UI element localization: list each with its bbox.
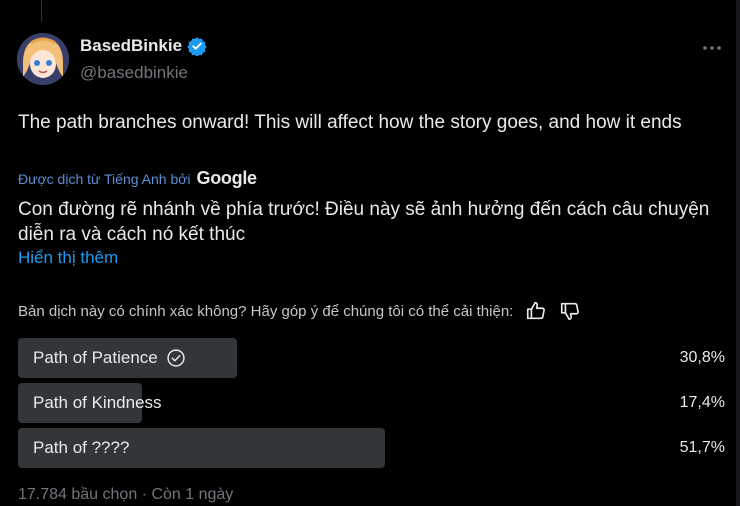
translation-attribution: Được dịch từ Tiếng Anh bởi Google (18, 168, 257, 189)
poll-option-label: Path of ???? (33, 438, 130, 457)
poll-option-label: Path of Patience (33, 348, 158, 367)
poll-option-label: Path of Kindness (33, 393, 162, 412)
verified-badge-icon (187, 36, 207, 57)
poll-option-percent: 51,7% (679, 439, 725, 456)
window-edge (736, 0, 740, 506)
poll-option-unknown[interactable]: Path of ???? 51,7% (18, 428, 728, 468)
poll-option-label-row: Path of ???? (33, 428, 129, 468)
thread-connector-line (41, 0, 42, 22)
show-more-link[interactable]: Hiển thị thêm (18, 248, 118, 268)
author-handle[interactable]: @basedbinkie (80, 63, 188, 83)
more-options-icon[interactable] (700, 36, 724, 60)
poll-option-percent: 30,8% (679, 349, 725, 366)
tweet-text: The path branches onward! This will affe… (18, 112, 682, 133)
poll-option-patience[interactable]: Path of Patience 30,8% (18, 338, 728, 378)
google-logo: Google (196, 168, 258, 188)
avatar[interactable] (17, 33, 69, 85)
poll-option-percent: 17,4% (679, 394, 725, 411)
translation-feedback: Bản dịch này có chính xác không? Hãy góp… (18, 300, 698, 322)
poll-option-label-row: Path of Kindness (33, 383, 162, 423)
translated-tweet-text: Con đường rẽ nhánh về phía trước! Điều n… (18, 199, 710, 245)
author-display-name[interactable]: BasedBinkie (80, 36, 182, 56)
thumbs-down-icon[interactable] (559, 300, 581, 322)
translation-feedback-prompt: Bản dịch này có chính xác không? Hãy góp… (18, 302, 514, 320)
author-display-name-row[interactable]: BasedBinkie (80, 36, 207, 57)
thumbs-up-icon[interactable] (525, 300, 547, 322)
check-circle-icon (166, 348, 186, 368)
poll-option-kindness[interactable]: Path of Kindness 17,4% (18, 383, 728, 423)
translation-attribution-label: Được dịch từ Tiếng Anh bởi (18, 171, 191, 187)
poll-option-label-row: Path of Patience (33, 338, 186, 378)
poll-vote-count: 17.784 bầu chọn · Còn 1 ngày (18, 486, 234, 503)
